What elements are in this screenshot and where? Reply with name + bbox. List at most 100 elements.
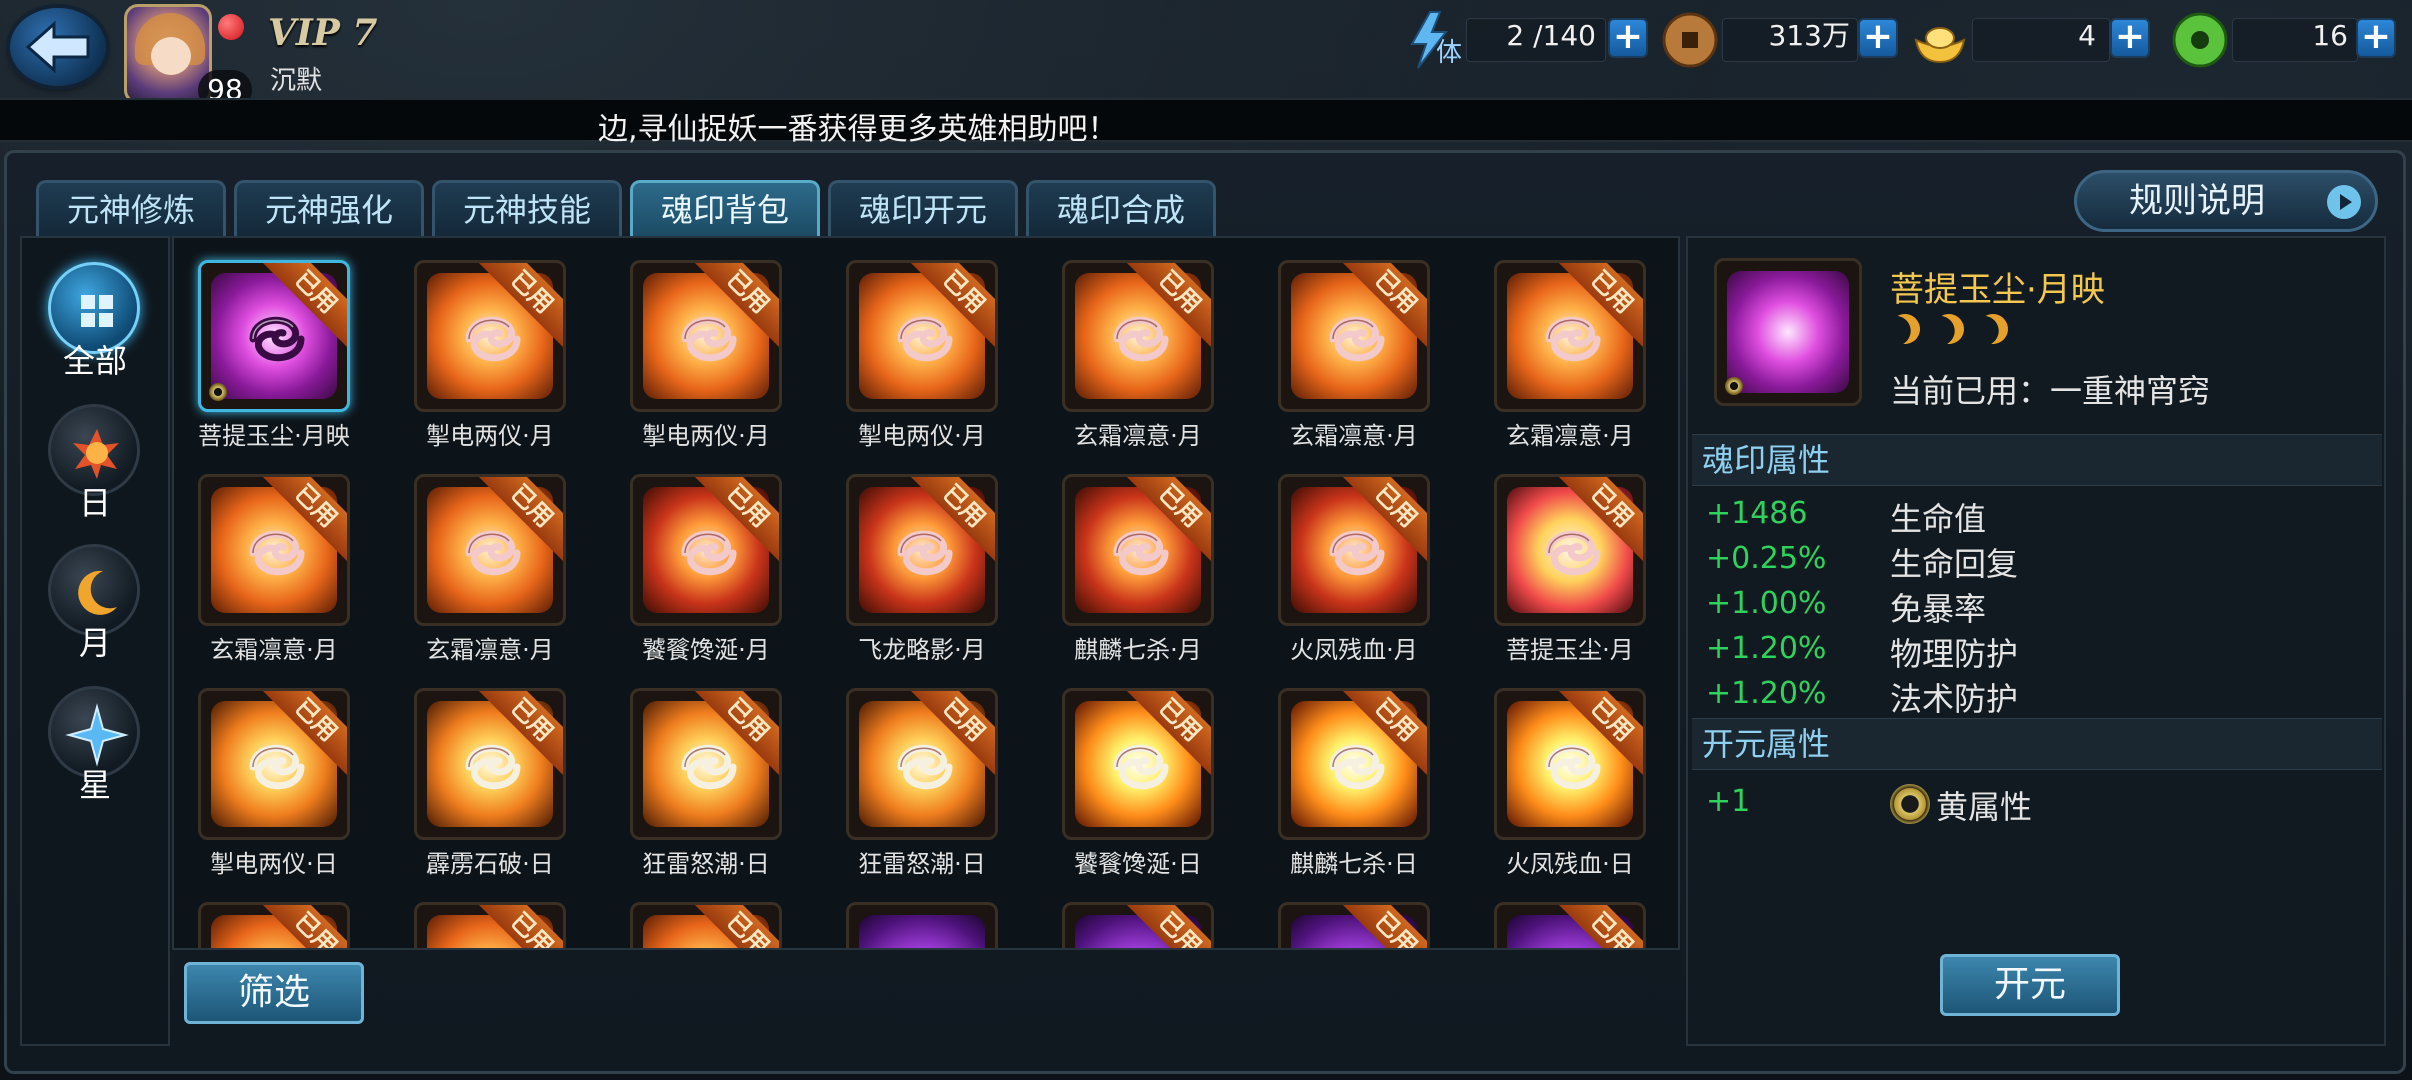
seal-item[interactable]: 已用饕餮馋涎·月 bbox=[606, 460, 786, 664]
seal-slot: 已用 bbox=[414, 260, 566, 412]
seal-item[interactable]: 已用 bbox=[1254, 888, 1434, 948]
open-button[interactable]: 开元 bbox=[1940, 954, 2120, 1016]
soul-seal-grid[interactable]: 已用 菩提玉尘·月映 已用 掣电两仪·月 已用 掣电两仪·月 已用 掣电两仪·月 已用 玄霜凛意·… bbox=[172, 236, 1680, 950]
seal-swirl-icon bbox=[681, 316, 737, 362]
coin-resource: 313万 + bbox=[1660, 12, 1900, 68]
seal-item[interactable]: 已用 掣电两仪·月 bbox=[606, 246, 786, 450]
seal-swirl-icon bbox=[1113, 744, 1169, 790]
seal-item[interactable]: 已用 掣电两仪·月 bbox=[822, 246, 1002, 450]
seal-slot: 已用 bbox=[1062, 902, 1214, 948]
seal-item[interactable]: 已用 bbox=[390, 888, 570, 948]
attr-value: +1.00% bbox=[1706, 586, 1827, 621]
attr-value: +1.20% bbox=[1706, 631, 1827, 666]
seal-item[interactable] bbox=[822, 888, 1002, 948]
tab-2[interactable]: 元神强化 bbox=[234, 180, 424, 238]
seal-slot: 已用 bbox=[846, 260, 998, 412]
seal-swirl-icon bbox=[1545, 316, 1601, 362]
gold-resource: 4 + bbox=[1910, 14, 2150, 66]
tab-3[interactable]: 元神技能 bbox=[432, 180, 622, 238]
seal-swirl-icon bbox=[249, 530, 305, 576]
seal-item[interactable]: 已用 掣电两仪·日 bbox=[174, 674, 354, 878]
vip-badge[interactable]: VIP 7 bbox=[268, 12, 377, 54]
seal-swirl-icon bbox=[1329, 744, 1385, 790]
moon-rating-icon bbox=[1885, 309, 1926, 350]
seal-item[interactable]: 已用玄霜凛意·月 bbox=[1038, 246, 1218, 450]
seal-slot: 已用 bbox=[1494, 260, 1646, 412]
seal-swirl-icon bbox=[1113, 530, 1169, 576]
add-gold-button[interactable]: + bbox=[2110, 18, 2150, 58]
seal-slot: 已用 bbox=[198, 260, 350, 412]
seal-item[interactable]: 已用菩提玉尘·月映 bbox=[174, 246, 354, 450]
jade-resource: 16 + bbox=[2170, 12, 2396, 68]
seal-swirl-icon bbox=[465, 316, 521, 362]
moon-rating-icon bbox=[1973, 309, 2014, 350]
announcement-text: 边,寻仙捉妖一番获得更多英雄相助吧！ bbox=[598, 112, 1118, 147]
selected-seal-name: 菩提玉尘·月映 bbox=[1890, 270, 2105, 310]
seal-swirl-icon bbox=[465, 530, 521, 576]
seal-slot: 已用 bbox=[1062, 260, 1214, 412]
seal-item[interactable]: 已用 火凤残血·日 bbox=[1470, 674, 1650, 878]
sidebar-label-1: 全部 bbox=[62, 342, 127, 380]
tab-4[interactable]: 魂印背包 bbox=[630, 180, 820, 238]
seal-slot: 已用 bbox=[1494, 902, 1646, 948]
seal-item[interactable]: 已用 霹雳石破·日 bbox=[390, 674, 570, 878]
seal-item[interactable]: 已用 狂雷怒潮·日 bbox=[822, 674, 1002, 878]
seal-slot: 已用 bbox=[1278, 474, 1430, 626]
seal-name: 饕餮馋涎·月 bbox=[642, 636, 770, 664]
seal-item[interactable]: 已用 玄霜凛意·月 bbox=[1254, 246, 1434, 450]
seal-name: 菩提玉尘·月映 bbox=[198, 422, 350, 450]
jade-coin-icon bbox=[2172, 12, 2228, 68]
add-stamina-button[interactable]: + bbox=[1608, 18, 1648, 58]
add-coin-button[interactable]: + bbox=[1858, 18, 1898, 58]
seal-item[interactable]: 已用 玄霜凛意·月 bbox=[390, 460, 570, 664]
seal-name: 掣电两仪·月 bbox=[642, 422, 770, 450]
top-bar: 98 VIP 7 沉默 体 2 /140 + 313万 + 4 + 16 + bbox=[0, 0, 2412, 110]
seal-slot bbox=[846, 902, 998, 948]
moon-rating-icon bbox=[1929, 309, 1970, 350]
seal-name: 玄霜凛意·月 bbox=[426, 636, 554, 664]
seal-item[interactable]: 已用 bbox=[1038, 888, 1218, 948]
attr-name: 法术防护 bbox=[1890, 680, 2019, 718]
attr-value: +0.25% bbox=[1706, 541, 1827, 576]
seal-name: 飞龙略影·月 bbox=[858, 636, 986, 664]
seal-item[interactable]: 已用 玄霜凛意·月 bbox=[1470, 246, 1650, 450]
rules-button[interactable]: 规则说明 bbox=[2074, 170, 2378, 232]
stamina-resource: 体 2 /140 + bbox=[1400, 11, 1650, 69]
seal-swirl-icon bbox=[1545, 530, 1601, 576]
seal-name: 火凤残血·月 bbox=[1290, 636, 1418, 664]
seal-item[interactable]: 已用 飞龙略影·月 bbox=[822, 460, 1002, 664]
tab-5[interactable]: 魂印开元 bbox=[828, 180, 1018, 238]
seal-item[interactable]: 已用 麒麟七杀·日 bbox=[1254, 674, 1434, 878]
tab-6[interactable]: 魂印合成 bbox=[1026, 180, 1216, 238]
seal-item[interactable]: 已用 bbox=[1470, 888, 1650, 948]
seal-swirl-icon bbox=[897, 316, 953, 362]
seal-slot: 已用 bbox=[1062, 474, 1214, 626]
seal-name: 玄霜凛意·月 bbox=[1074, 422, 1202, 450]
back-button[interactable] bbox=[10, 8, 106, 86]
seal-swirl-icon bbox=[1329, 316, 1385, 362]
jade-value: 16 bbox=[2312, 19, 2348, 52]
seal-slot: 已用 bbox=[414, 902, 566, 948]
seal-item[interactable]: 已用 bbox=[606, 888, 786, 948]
seal-item[interactable]: 已用 麒麟七杀·月 bbox=[1038, 460, 1218, 664]
star-rating bbox=[1890, 314, 2022, 348]
tab-1[interactable]: 元神修炼 bbox=[36, 180, 226, 238]
add-jade-button[interactable]: + bbox=[2356, 18, 2396, 58]
seal-item[interactable]: 已用 掣电两仪·月 bbox=[390, 246, 570, 450]
seal-item[interactable]: 已用火凤残血·月 bbox=[1254, 460, 1434, 664]
seal-item[interactable]: 已用 饕餮馋涎·日 bbox=[1038, 674, 1218, 878]
seal-item[interactable]: 已用 玄霜凛意·月 bbox=[174, 460, 354, 664]
seal-item[interactable]: 已用 狂雷怒潮·日 bbox=[606, 674, 786, 878]
seal-slot: 已用 bbox=[630, 474, 782, 626]
back-arrow-icon bbox=[25, 20, 90, 74]
filter-button[interactable]: 筛选 bbox=[184, 962, 364, 1024]
seal-item[interactable]: 已用 菩提玉尘·月 bbox=[1470, 460, 1650, 664]
attribute-dot-icon bbox=[209, 383, 227, 401]
attr-name: 物理防护 bbox=[1890, 635, 2019, 673]
stamina-value: 2 /140 bbox=[1506, 19, 1596, 52]
current-usage: 当前已用：一重神宵窍 bbox=[1890, 372, 2211, 410]
seal-slot: 已用 bbox=[1278, 260, 1430, 412]
seal-swirl-icon bbox=[681, 530, 737, 576]
seal-item[interactable]: 已用 bbox=[174, 888, 354, 948]
notification-dot bbox=[218, 14, 244, 40]
